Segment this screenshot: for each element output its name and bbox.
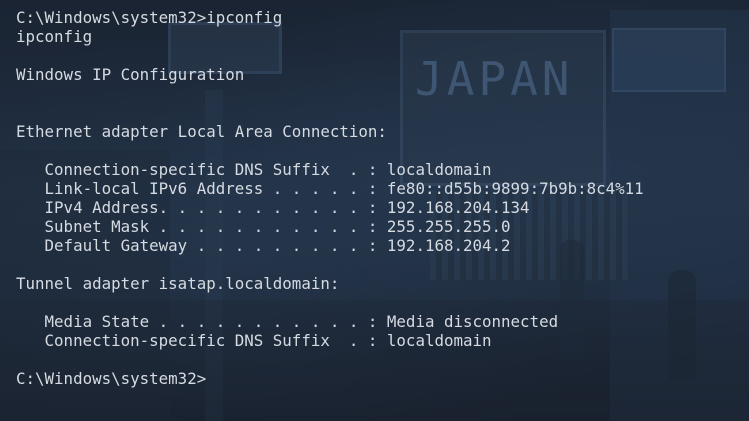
section-title: Windows IP Configuration	[16, 65, 245, 84]
command-prompt[interactable]: C:\Windows\system32>	[16, 369, 644, 388]
console-line: ipconfig	[16, 27, 93, 46]
background-person	[668, 270, 696, 380]
terminal-window[interactable]: JAPAN C:\Windows\system32>ipconfig ipconf…	[0, 0, 749, 421]
dns-suffix-line: Connection-specific DNS Suffix . : local…	[16, 160, 492, 179]
dns-suffix-line: Connection-specific DNS Suffix . : local…	[16, 331, 492, 350]
console-output[interactable]: C:\Windows\system32>ipconfig ipconfig Wind…	[16, 8, 644, 388]
default-gateway-line: Default Gateway . . . . . . . . . : 192.…	[16, 236, 511, 255]
prompt-command-line: C:\Windows\system32>ipconfig	[16, 8, 283, 27]
ipv4-address-line: IPv4 Address. . . . . . . . . . . : 192.…	[16, 198, 530, 217]
media-state-line: Media State . . . . . . . . . . . : Medi…	[16, 312, 559, 331]
subnet-mask-line: Subnet Mask . . . . . . . . . . . : 255.…	[16, 217, 511, 236]
ipv6-address-line: Link-local IPv6 Address . . . . . : fe80…	[16, 179, 644, 198]
adapter-heading-tunnel: Tunnel adapter isatap.localdomain:	[16, 274, 340, 293]
adapter-heading-ethernet: Ethernet adapter Local Area Connection:	[16, 122, 387, 141]
